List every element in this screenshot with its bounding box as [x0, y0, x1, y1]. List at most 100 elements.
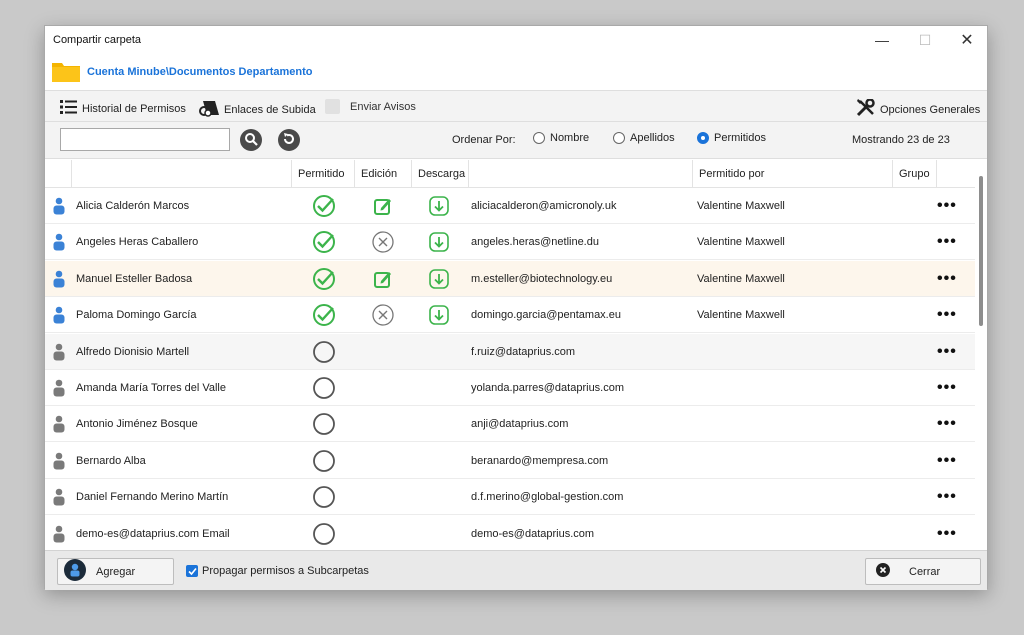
not-allowed-circle-icon[interactable]	[311, 479, 337, 515]
vertical-scrollbar[interactable]	[979, 176, 983, 326]
share-folder-dialog: Compartir carpeta — ☐ ✕ Cuenta Minube\Do…	[44, 25, 988, 590]
propagate-permissions-toggle[interactable]: Propagar permisos a Subcarpetas	[186, 565, 369, 577]
close-window-button[interactable]: ✕	[947, 28, 987, 52]
propagate-checkbox[interactable]	[186, 565, 198, 577]
search-button[interactable]	[240, 129, 262, 151]
table-row[interactable]: Bernardo Alba beranardo@mempresa.com •••	[45, 443, 975, 479]
edit-allowed-icon[interactable]	[371, 261, 395, 297]
table-row[interactable]: Angeles Heras Caballero angeles.heras@net…	[45, 224, 975, 261]
user-email: m.esteller@biotechnology.eu	[471, 272, 613, 285]
edit-denied-icon[interactable]	[371, 224, 395, 260]
users-table: Permitido Edición Descarga Permitido por…	[45, 160, 975, 550]
sort-by-allowed-radio[interactable]: Permitidos	[697, 132, 766, 144]
user-email: angeles.heras@netline.du	[471, 236, 599, 249]
not-allowed-circle-icon[interactable]	[311, 406, 337, 442]
user-email: domingo.garcia@pentamax.eu	[471, 309, 621, 322]
more-options-button[interactable]: •••	[937, 479, 957, 515]
allowed-check-icon[interactable]	[311, 261, 337, 297]
allowed-by: Valentine Maxwell	[697, 236, 785, 249]
add-user-button[interactable]: Agregar	[57, 558, 174, 585]
user-name: Daniel Fernando Merino Martín	[76, 491, 229, 504]
close-circle-icon	[876, 563, 890, 580]
user-icon	[51, 188, 67, 224]
download-allowed-icon[interactable]	[428, 261, 450, 297]
allowed-check-icon[interactable]	[311, 224, 337, 260]
sort-option-label: Nombre	[550, 132, 590, 144]
upload-links-label: Enlaces de Subida	[224, 103, 316, 116]
more-options-button[interactable]: •••	[937, 224, 957, 260]
permission-history-button[interactable]: Historial de Permisos	[60, 99, 186, 118]
table-header: Permitido Edición Descarga Permitido por…	[45, 160, 975, 188]
more-options-button[interactable]: •••	[937, 370, 957, 406]
download-allowed-icon[interactable]	[428, 224, 450, 260]
user-name: Antonio Jiménez Bosque	[76, 418, 198, 431]
user-name: Paloma Domingo García	[76, 309, 197, 322]
more-options-button[interactable]: •••	[937, 406, 957, 442]
user-name: Manuel Esteller Badosa	[76, 272, 193, 285]
more-options-button[interactable]: •••	[937, 297, 957, 333]
sort-option-label: Apellidos	[630, 132, 675, 144]
send-notices-label: Enviar Avisos	[350, 100, 416, 113]
table-row[interactable]: Alfredo Dionisio Martell f.ruiz@dataprius…	[45, 333, 975, 370]
more-options-button[interactable]: •••	[937, 516, 957, 550]
user-icon	[51, 479, 67, 515]
user-name: Angeles Heras Caballero	[76, 236, 199, 249]
radio-indicator	[613, 132, 625, 144]
minimize-button[interactable]: —	[862, 28, 902, 52]
allowed-check-icon[interactable]	[311, 297, 337, 333]
upload-links-button[interactable]: Enlaces de Subida	[198, 99, 316, 120]
add-user-label: Agregar	[96, 565, 136, 578]
sort-by-name-radio[interactable]: Nombre	[533, 132, 589, 144]
folder-path-bar: Cuenta Minube\Documentos Departamento	[45, 54, 987, 90]
header-edit[interactable]: Edición	[354, 160, 411, 188]
more-options-button[interactable]: •••	[937, 261, 957, 297]
table-row[interactable]: Manuel Esteller Badosa m.esteller@biotech…	[45, 260, 975, 297]
table-row[interactable]: Alicia Calderón Marcos aliciacalderon@ami…	[45, 188, 975, 224]
send-notices-checkbox[interactable]	[325, 99, 340, 114]
user-email: anji@dataprius.com	[471, 418, 569, 431]
general-options-button[interactable]: Opciones Generales	[856, 98, 980, 120]
edit-allowed-icon[interactable]	[371, 188, 395, 224]
more-options-button[interactable]: •••	[937, 443, 957, 479]
sort-option-label: Permitidos	[714, 132, 766, 144]
table-row[interactable]: Daniel Fernando Merino Martín d.f.merino@…	[45, 479, 975, 516]
table-row[interactable]: demo-es@dataprius.com Email demo-es@datap…	[45, 516, 975, 550]
user-icon	[51, 297, 67, 333]
header-allowed-by[interactable]: Permitido por	[692, 160, 892, 188]
wrench-screwdriver-icon	[856, 98, 876, 120]
not-allowed-circle-icon[interactable]	[311, 516, 337, 550]
not-allowed-circle-icon[interactable]	[311, 334, 337, 370]
window-title: Compartir carpeta	[53, 34, 142, 46]
maximize-button[interactable]: ☐	[905, 28, 945, 52]
user-icon	[51, 443, 67, 479]
user-email: demo-es@dataprius.com	[471, 527, 595, 540]
propagate-label: Propagar permisos a Subcarpetas	[202, 565, 369, 577]
search-icon	[244, 132, 258, 149]
allowed-by: Valentine Maxwell	[697, 272, 785, 285]
reset-filter-button[interactable]	[278, 129, 300, 151]
download-allowed-icon[interactable]	[428, 188, 450, 224]
send-notices-toggle[interactable]: Enviar Avisos	[325, 99, 416, 114]
header-allowed[interactable]: Permitido	[291, 160, 354, 188]
allowed-check-icon[interactable]	[311, 188, 337, 224]
search-input[interactable]	[60, 128, 230, 151]
edit-denied-icon[interactable]	[371, 297, 395, 333]
user-email: d.f.merino@global-gestion.com	[471, 491, 624, 504]
header-download[interactable]: Descarga	[411, 160, 468, 188]
download-allowed-icon[interactable]	[428, 297, 450, 333]
sort-by-surname-radio[interactable]: Apellidos	[613, 132, 675, 144]
table-row[interactable]: Paloma Domingo García domingo.garcia@pent…	[45, 297, 975, 334]
user-name: Bernardo Alba	[76, 454, 146, 467]
user-icon	[51, 334, 67, 370]
header-group[interactable]: Grupo	[892, 160, 936, 188]
table-row[interactable]: Amanda María Torres del Valle yolanda.par…	[45, 370, 975, 406]
not-allowed-circle-icon[interactable]	[311, 370, 337, 406]
not-allowed-circle-icon[interactable]	[311, 443, 337, 479]
close-button[interactable]: Cerrar	[865, 558, 981, 585]
more-options-button[interactable]: •••	[937, 188, 957, 224]
table-row[interactable]: Antonio Jiménez Bosque anji@dataprius.com…	[45, 406, 975, 443]
sort-label: Ordenar Por:	[452, 134, 516, 146]
more-options-button[interactable]: •••	[937, 334, 957, 370]
filter-bar: Ordenar Por: Nombre Apellidos Permitidos…	[45, 122, 987, 159]
header-email[interactable]	[468, 160, 692, 188]
